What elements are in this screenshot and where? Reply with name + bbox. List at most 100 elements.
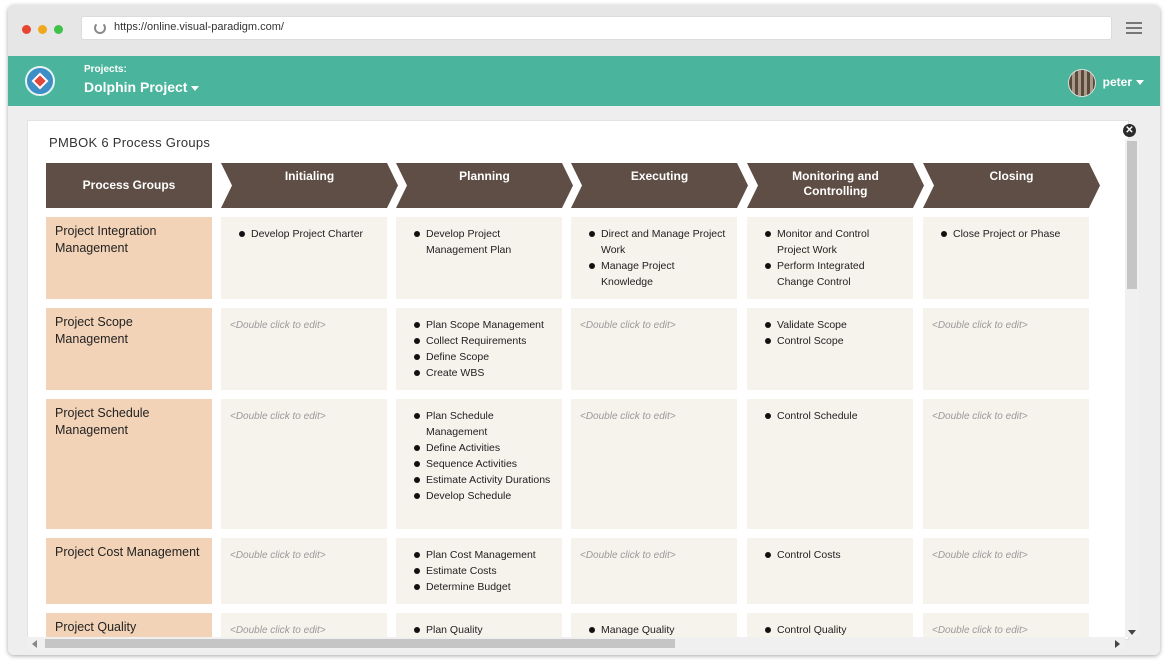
process-item: Plan Scope Management	[405, 317, 553, 333]
process-item: Monitor and Control Project Work	[756, 226, 904, 258]
process-cell[interactable]: Plan Quality	[396, 613, 562, 639]
knowledge-area-header[interactable]: Project Integration Management	[46, 217, 212, 299]
process-list: Control Quality	[756, 622, 904, 638]
process-cell[interactable]: Plan Cost Management Estimate Costs Determ…	[396, 538, 562, 604]
process-item: Plan Quality	[405, 622, 553, 638]
process-item: Control Scope	[756, 333, 904, 349]
vertical-scrollbar[interactable]	[1125, 139, 1139, 637]
chevron-down-icon[interactable]	[191, 85, 200, 91]
edit-placeholder: <Double click to edit>	[932, 411, 1028, 422]
process-item: Sequence Activities	[405, 456, 553, 472]
process-list: Develop Project Charter	[230, 226, 378, 242]
process-cell[interactable]: <Double click to edit>	[571, 399, 737, 529]
scroll-right-arrow-icon[interactable]	[1115, 640, 1120, 648]
process-item: Direct and Manage Project Work	[580, 226, 728, 258]
process-list: Direct and Manage Project Work Manage Pro…	[580, 226, 728, 290]
process-list: Plan Cost Management Estimate Costs Determ…	[405, 547, 553, 595]
process-cell[interactable]: Manage Quality	[571, 613, 737, 639]
process-item: Develop Project Management Plan	[405, 226, 553, 258]
knowledge-area-header[interactable]: Project Cost Management	[46, 538, 212, 604]
process-item: Develop Schedule	[405, 488, 553, 504]
process-item: Perform Integrated Change Control	[756, 258, 904, 290]
address-bar[interactable]: https://online.visual-paradigm.com/	[81, 16, 1112, 40]
edit-placeholder: <Double click to edit>	[932, 625, 1028, 636]
process-list: Manage Quality	[580, 622, 728, 638]
process-item: Control Quality	[756, 622, 904, 638]
process-cell[interactable]: Monitor and Control Project Work Perform …	[747, 217, 913, 299]
horizontal-scroll-thumb[interactable]	[45, 639, 675, 648]
edit-placeholder: <Double click to edit>	[230, 550, 326, 561]
diagram-canvas: PMBOK 6 Process Groups Process Groups In…	[8, 106, 1160, 655]
process-list: Validate Scope Control Scope	[756, 317, 904, 349]
close-window-dot[interactable]	[22, 25, 31, 34]
process-cell[interactable]: Plan Schedule Management Define Activitie…	[396, 399, 562, 529]
process-cell[interactable]: Develop Project Management Plan	[396, 217, 562, 299]
user-avatar[interactable]	[1068, 69, 1096, 97]
knowledge-area-header[interactable]: Project Schedule Management	[46, 399, 212, 529]
process-list: Monitor and Control Project Work Perform …	[756, 226, 904, 290]
edit-placeholder: <Double click to edit>	[932, 320, 1028, 331]
url-text[interactable]: https://online.visual-paradigm.com/	[114, 21, 284, 33]
corner-header[interactable]: Process Groups	[46, 163, 212, 208]
process-item: Collect Requirements	[405, 333, 553, 349]
process-cell[interactable]: <Double click to edit>	[571, 538, 737, 604]
edit-placeholder: <Double click to edit>	[230, 625, 326, 636]
app-header: Projects: Dolphin Project peter	[8, 56, 1160, 106]
process-item: Control Costs	[756, 547, 904, 563]
process-cell[interactable]: <Double click to edit>	[221, 613, 387, 639]
process-cell[interactable]: Develop Project Charter	[221, 217, 387, 299]
phase-header-4[interactable]: Closing	[923, 163, 1100, 208]
process-list: Plan Quality	[405, 622, 553, 638]
process-cell[interactable]: <Double click to edit>	[221, 308, 387, 390]
process-item: Define Scope	[405, 349, 553, 365]
scroll-left-arrow-icon[interactable]	[32, 640, 37, 648]
vertical-scroll-thumb[interactable]	[1127, 141, 1137, 289]
close-icon[interactable]: ✕	[1123, 124, 1136, 137]
process-item: Define Activities	[405, 440, 553, 456]
process-cell[interactable]: Control Costs	[747, 538, 913, 604]
phase-header-2[interactable]: Executing	[571, 163, 748, 208]
process-cell[interactable]: <Double click to edit>	[923, 538, 1089, 604]
knowledge-area-header[interactable]: Project Quality	[46, 613, 212, 639]
chevron-down-icon[interactable]	[1136, 80, 1144, 86]
process-item: Control Schedule	[756, 408, 904, 424]
horizontal-scrollbar[interactable]	[27, 637, 1125, 650]
process-cell[interactable]: Plan Scope Management Collect Requirement…	[396, 308, 562, 390]
edit-placeholder: <Double click to edit>	[230, 320, 326, 331]
process-item: Plan Schedule Management	[405, 408, 553, 440]
process-cell[interactable]: <Double click to edit>	[923, 399, 1089, 529]
edit-placeholder: <Double click to edit>	[580, 550, 676, 561]
phase-header-1[interactable]: Planning	[396, 163, 573, 208]
process-item: Determine Budget	[405, 579, 553, 595]
scroll-down-arrow-icon[interactable]	[1128, 630, 1136, 635]
process-cell[interactable]: Validate Scope Control Scope	[747, 308, 913, 390]
maximize-window-dot[interactable]	[54, 25, 63, 34]
reload-icon[interactable]	[94, 22, 106, 34]
edit-placeholder: <Double click to edit>	[580, 411, 676, 422]
visual-paradigm-logo-icon[interactable]	[25, 66, 55, 96]
user-menu[interactable]: peter	[1103, 75, 1144, 89]
process-cell[interactable]: Direct and Manage Project Work Manage Pro…	[571, 217, 737, 299]
edit-placeholder: <Double click to edit>	[580, 320, 676, 331]
username[interactable]: peter	[1103, 75, 1132, 89]
project-selector[interactable]: Dolphin Project	[84, 79, 200, 95]
process-groups-sheet: PMBOK 6 Process Groups Process Groups In…	[27, 120, 1129, 640]
process-item: Manage Quality	[580, 622, 728, 638]
process-cell[interactable]: <Double click to edit>	[923, 613, 1089, 639]
phase-header-0[interactable]: Initialing	[221, 163, 398, 208]
process-cell[interactable]: Control Quality	[747, 613, 913, 639]
phase-header-3[interactable]: Monitoring and Controlling	[747, 163, 924, 208]
knowledge-area-header[interactable]: Project Scope Management	[46, 308, 212, 390]
process-cell[interactable]: Close Project or Phase	[923, 217, 1089, 299]
process-list: Plan Schedule Management Define Activitie…	[405, 408, 553, 504]
process-cell[interactable]: Control Schedule	[747, 399, 913, 529]
minimize-window-dot[interactable]	[38, 25, 47, 34]
project-name[interactable]: Dolphin Project	[84, 79, 187, 95]
hamburger-menu-icon[interactable]	[1126, 22, 1142, 34]
process-cell[interactable]: <Double click to edit>	[221, 538, 387, 604]
process-cell[interactable]: <Double click to edit>	[221, 399, 387, 529]
process-cell[interactable]: <Double click to edit>	[923, 308, 1089, 390]
browser-toolbar: https://online.visual-paradigm.com/	[8, 5, 1160, 56]
process-cell[interactable]: <Double click to edit>	[571, 308, 737, 390]
sheet-title[interactable]: PMBOK 6 Process Groups	[49, 135, 210, 150]
